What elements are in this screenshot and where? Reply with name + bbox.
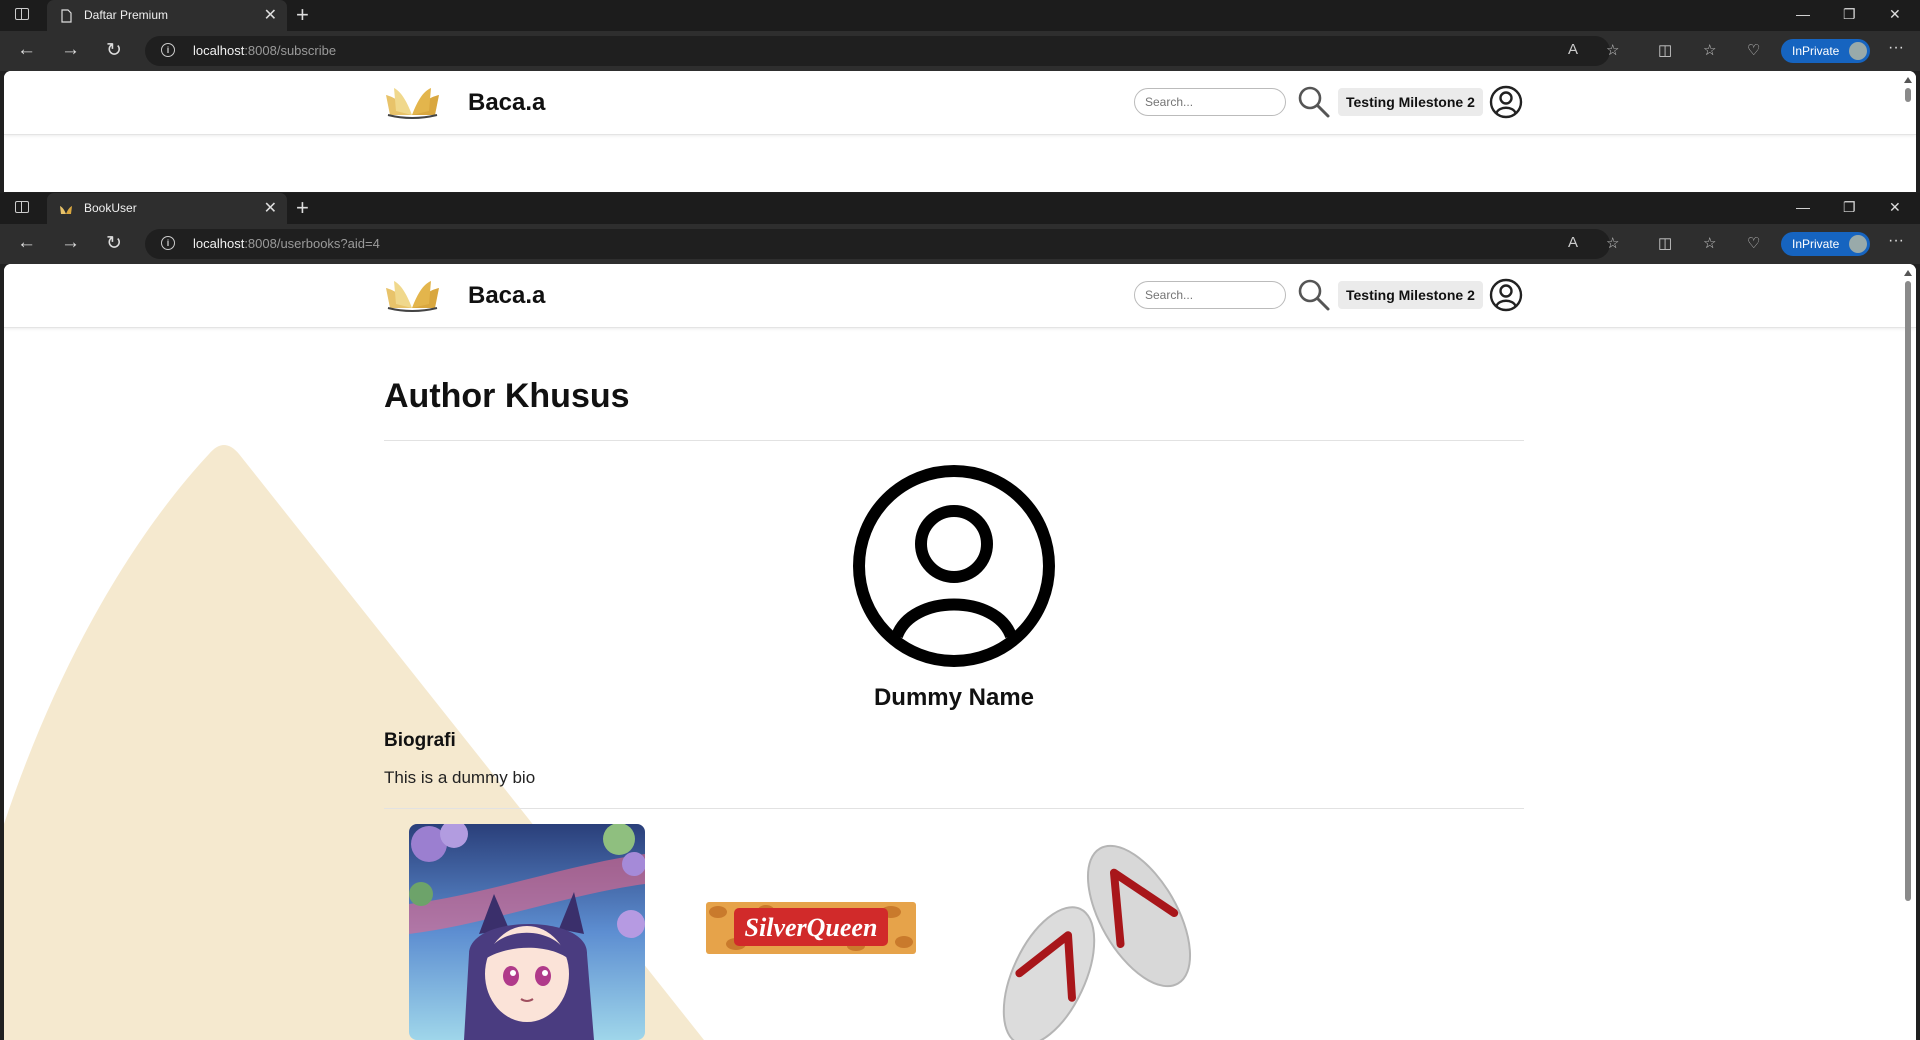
page-icon [61,9,72,23]
site-info-icon[interactable]: i [161,43,175,57]
profile-avatar-icon [1849,42,1867,60]
tab-title: Daftar Premium [84,8,169,22]
new-tab-button[interactable]: + [296,2,309,28]
tab-active[interactable]: BookUser ✕ [47,193,287,224]
book-logo-icon[interactable] [384,85,441,119]
browser-toolbar: ← → ↻ i localhost:8008/subscribe A ☆ ◫ ☆… [0,31,1920,71]
read-aloud-icon[interactable]: A [1568,234,1578,251]
book-cover-anime-girl[interactable] [409,824,645,1040]
profile-icon[interactable] [1489,85,1523,119]
refresh-icon[interactable]: ↻ [106,39,122,62]
search-icon[interactable] [1297,278,1331,312]
close-window-icon[interactable]: ✕ [1889,6,1901,23]
forward-icon[interactable]: → [61,232,80,254]
tab-strip: BookUser ✕ + — ❐ ✕ [0,193,1920,224]
profile-avatar-icon [1849,235,1867,253]
bio-text: This is a dummy bio [384,768,536,787]
book-cover-sandals[interactable] [989,836,1209,1040]
browser-toolbar: ← → ↻ i localhost:8008/userbooks?aid=4 A… [0,224,1920,264]
new-tab-button[interactable]: + [296,195,309,221]
silverqueen-logo-text: SilverQueen [745,913,878,942]
browser-essentials-icon[interactable]: ♡ [1747,41,1760,59]
browser-essentials-icon[interactable]: ♡ [1747,234,1760,252]
back-icon[interactable]: ← [17,39,36,61]
minimize-icon[interactable]: — [1796,199,1810,215]
username-badge[interactable]: Testing Milestone 2 [1338,88,1483,116]
refresh-icon[interactable]: ↻ [106,232,122,255]
page-viewport: Baca.a Testing Milestone 2 Author Khusus… [4,264,1916,1040]
book-cover-silverqueen[interactable]: SilverQueen [706,902,916,954]
site-header: Baca.a Testing Milestone 2 [4,71,1916,135]
split-screen-icon[interactable]: ◫ [1658,234,1672,252]
brand-name[interactable]: Baca.a [468,89,545,117]
bio-heading: Biografi [384,730,456,751]
read-aloud-icon[interactable]: A [1568,41,1578,58]
inprivate-badge[interactable]: InPrivate [1781,232,1870,256]
book-favicon-icon [60,206,72,214]
close-window-icon[interactable]: ✕ [1889,199,1901,216]
username-badge[interactable]: Testing Milestone 2 [1338,281,1483,309]
tab-actions-icon[interactable] [15,201,29,213]
close-tab-icon[interactable]: ✕ [264,198,277,218]
address-bar[interactable]: i localhost:8008/userbooks?aid=4 [145,229,1610,259]
book-logo-icon[interactable] [384,278,441,312]
site-header: Baca.a Testing Milestone 2 [4,264,1916,328]
site-info-icon[interactable]: i [161,236,175,250]
tab-actions-icon[interactable] [15,8,29,20]
more-options-icon[interactable]: ··· [1888,39,1904,57]
tab-active[interactable]: Daftar Premium ✕ [47,0,287,31]
split-screen-icon[interactable]: ◫ [1658,41,1672,59]
divider [384,808,1524,809]
tab-title: BookUser [84,201,137,215]
url-text[interactable]: localhost:8008/subscribe [193,43,336,58]
favorite-star-icon[interactable]: ☆ [1606,41,1619,59]
page-title: Author Khusus [384,377,630,415]
browser-window-back: Daftar Premium ✕ + — ❐ ✕ ← → ↻ i localho… [0,0,1920,192]
more-options-icon[interactable]: ··· [1888,232,1904,250]
favorite-star-icon[interactable]: ☆ [1606,234,1619,252]
search-icon[interactable] [1297,85,1331,119]
search-input[interactable] [1134,281,1286,309]
divider [384,440,1524,441]
search-input[interactable] [1134,88,1286,116]
brand-name[interactable]: Baca.a [468,282,545,310]
favorites-icon[interactable]: ☆ [1703,234,1716,252]
author-name: Dummy Name [873,684,1035,711]
inprivate-badge[interactable]: InPrivate [1781,39,1870,63]
restore-icon[interactable]: ❐ [1843,199,1856,216]
author-avatar-icon [853,465,1055,667]
scrollbar[interactable] [1904,77,1912,102]
tab-strip: Daftar Premium ✕ + — ❐ ✕ [0,0,1920,31]
forward-icon[interactable]: → [61,39,80,61]
minimize-icon[interactable]: — [1796,6,1810,22]
close-tab-icon[interactable]: ✕ [264,5,277,25]
restore-icon[interactable]: ❐ [1843,6,1856,23]
scrollbar[interactable] [1904,270,1912,901]
browser-window-front: BookUser ✕ + — ❐ ✕ ← → ↻ i localhost:800… [0,193,1920,1040]
back-icon[interactable]: ← [17,232,36,254]
favorites-icon[interactable]: ☆ [1703,41,1716,59]
url-text[interactable]: localhost:8008/userbooks?aid=4 [193,236,380,251]
profile-icon[interactable] [1489,278,1523,312]
page-viewport: Baca.a Testing Milestone 2 [4,71,1916,192]
address-bar[interactable]: i localhost:8008/subscribe [145,36,1610,66]
